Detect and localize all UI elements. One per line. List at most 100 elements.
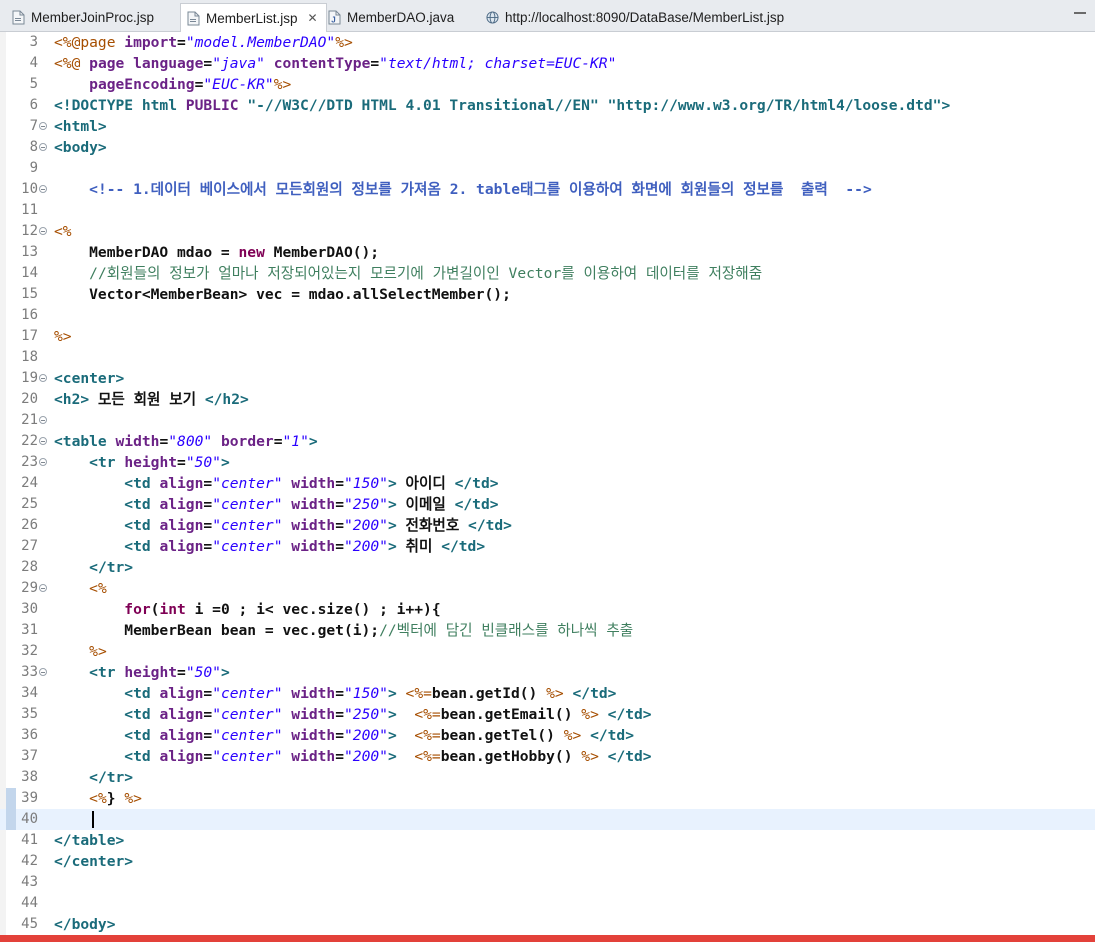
line-number: 34 [21, 685, 38, 701]
fold-toggle-icon[interactable] [39, 227, 47, 235]
code-line[interactable]: 42 </center> [0, 851, 1095, 872]
code-line[interactable]: 27 <td align="center" width="200"> 취미 </… [0, 536, 1095, 557]
fold-toggle-icon[interactable] [39, 437, 47, 445]
minimize-icon[interactable] [1073, 6, 1087, 20]
code-line[interactable]: 4 <%@ page language="java" contentType="t… [0, 53, 1095, 74]
code-token: "center" [212, 685, 283, 702]
code-line[interactable]: 25 <td align="center" width="250"> 이메일 <… [0, 494, 1095, 515]
code-token: <td [124, 748, 160, 765]
code-text: <center> [54, 368, 124, 389]
code-token: "center" [212, 496, 283, 513]
code-line[interactable]: 21 [0, 410, 1095, 431]
close-icon[interactable]: ✕ [308, 11, 318, 25]
code-token: </td> [607, 748, 652, 765]
fold-toggle-icon[interactable] [39, 185, 47, 193]
code-line[interactable]: 38 </tr> [0, 767, 1095, 788]
code-text: <td align="center" width="150"> <%=bean.… [54, 683, 616, 704]
line-number: 3 [29, 34, 38, 50]
code-line[interactable]: 41 </table> [0, 830, 1095, 851]
code-line[interactable]: 26 <td align="center" width="200"> 전화번호 … [0, 515, 1095, 536]
code-line[interactable]: 44 [0, 893, 1095, 914]
code-line[interactable]: 32 %> [0, 641, 1095, 662]
fold-toggle-icon[interactable] [39, 374, 47, 382]
code-token: </h2> [204, 391, 249, 408]
code-text: <% [54, 221, 72, 242]
code-token: %> [581, 748, 599, 765]
code-token: = [335, 475, 345, 492]
code-line[interactable]: 36 <td align="center" width="200"> <%=be… [0, 725, 1095, 746]
code-line[interactable]: 15 Vector<MemberBean> vec = mdao.allSele… [0, 284, 1095, 305]
code-text: <h2> 모든 회원 보기 </h2> [54, 389, 249, 410]
tab-label: MemberJoinProc.jsp [31, 10, 155, 25]
code-token: MemberDAO mdao = [54, 244, 239, 261]
code-token: <td [124, 517, 160, 534]
line-number: 6 [29, 97, 38, 113]
code-text: <td align="center" width="200"> <%=bean.… [54, 746, 652, 767]
code-line[interactable]: 39 <%} %> [0, 788, 1095, 809]
code-token: <tr [89, 664, 125, 681]
code-line[interactable]: 13 MemberDAO mdao = new MemberDAO(); [0, 242, 1095, 263]
line-number: 40 [21, 811, 38, 827]
code-token: //회원들의 정보가 얼마나 저장되어있는지 모르기에 가변길이인 Vector… [89, 265, 763, 282]
code-line[interactable]: 29 <% [0, 578, 1095, 599]
fold-toggle-icon[interactable] [39, 584, 47, 592]
code-text: MemberBean bean = vec.get(i);//벡터에 담긴 빈클… [54, 620, 633, 641]
code-text: %> [54, 326, 72, 347]
code-line[interactable]: 33 <tr height="50"> [0, 662, 1095, 683]
code-token: "200" [344, 748, 388, 765]
code-line[interactable]: 40 [0, 809, 1095, 830]
code-line[interactable]: 8 <body> [0, 137, 1095, 158]
code-line[interactable]: 7 <html> [0, 116, 1095, 137]
fold-toggle-icon[interactable] [39, 416, 47, 424]
code-line[interactable]: 31 MemberBean bean = vec.get(i);//벡터에 담긴… [0, 620, 1095, 641]
code-line[interactable]: 35 <td align="center" width="250"> <%=be… [0, 704, 1095, 725]
code-line[interactable]: 43 [0, 872, 1095, 893]
code-line[interactable]: 20 <h2> 모든 회원 보기 </h2> [0, 389, 1095, 410]
tab-member-dao[interactable]: J MemberDAO.java [322, 4, 462, 31]
code-line[interactable]: 17 %> [0, 326, 1095, 347]
code-text: Vector<MemberBean> vec = mdao.allSelectM… [54, 284, 511, 305]
code-line[interactable]: 18 [0, 347, 1095, 368]
tab-member-list[interactable]: MemberList.jsp ✕ [180, 3, 327, 32]
code-line[interactable]: 37 <td align="center" width="200"> <%=be… [0, 746, 1095, 767]
code-line[interactable]: 28 </tr> [0, 557, 1095, 578]
code-text: <%@ page language="java" contentType="te… [54, 53, 616, 74]
tab-browser-member-list[interactable]: http://localhost:8090/DataBase/MemberLis… [480, 4, 792, 31]
code-line[interactable]: 30 for(int i =0 ; i< vec.size() ; i++){ [0, 599, 1095, 620]
code-line[interactable]: 5 pageEncoding="EUC-KR"%> [0, 74, 1095, 95]
code-line[interactable]: 22 <table width="800" border="1"> [0, 431, 1095, 452]
code-line[interactable]: 45 </body> [0, 914, 1095, 935]
code-token: <html> [54, 118, 107, 135]
code-token: "text/html; charset=EUC-KR" [379, 55, 617, 72]
code-text: pageEncoding="EUC-KR"%> [54, 74, 291, 95]
code-token: = [370, 55, 380, 72]
code-line[interactable]: 12 <% [0, 221, 1095, 242]
fold-toggle-icon[interactable] [39, 143, 47, 151]
code-token: = [335, 517, 345, 534]
fold-toggle-icon[interactable] [39, 458, 47, 466]
code-line[interactable]: 34 <td align="center" width="150"> <%=be… [0, 683, 1095, 704]
code-line[interactable]: 10 <!-- 1.데이터 베이스에서 모든회원의 정보를 가져옴 2. tab… [0, 179, 1095, 200]
code-line[interactable]: 14 //회원들의 정보가 얼마나 저장되어있는지 모르기에 가변길이인 Vec… [0, 263, 1095, 284]
code-line[interactable]: 16 [0, 305, 1095, 326]
code-token: = [203, 748, 213, 765]
fold-toggle-icon[interactable] [39, 122, 47, 130]
code-token: = [203, 55, 213, 72]
code-line[interactable]: 23 <tr height="50"> [0, 452, 1095, 473]
fold-toggle-icon[interactable] [39, 668, 47, 676]
code-line[interactable]: 3 <%@page import="model.MemberDAO"%> [0, 32, 1095, 53]
tab-member-join-proc[interactable]: MemberJoinProc.jsp [6, 4, 162, 31]
code-line[interactable]: 24 <td align="center" width="150"> 아이디 <… [0, 473, 1095, 494]
code-token: <td [124, 538, 160, 555]
code-token: "250" [344, 496, 388, 513]
code-line[interactable]: 19 <center> [0, 368, 1095, 389]
code-line[interactable]: 6 <!DOCTYPE html PUBLIC "-//W3C//DTD HTML… [0, 95, 1095, 116]
code-line[interactable]: 9 [0, 158, 1095, 179]
code-editor[interactable]: 3 <%@page import="model.MemberDAO"%> 4 <%@ … [0, 32, 1095, 935]
code-line[interactable]: 11 [0, 200, 1095, 221]
code-token: = [203, 685, 213, 702]
code-token: <%= [405, 685, 432, 702]
